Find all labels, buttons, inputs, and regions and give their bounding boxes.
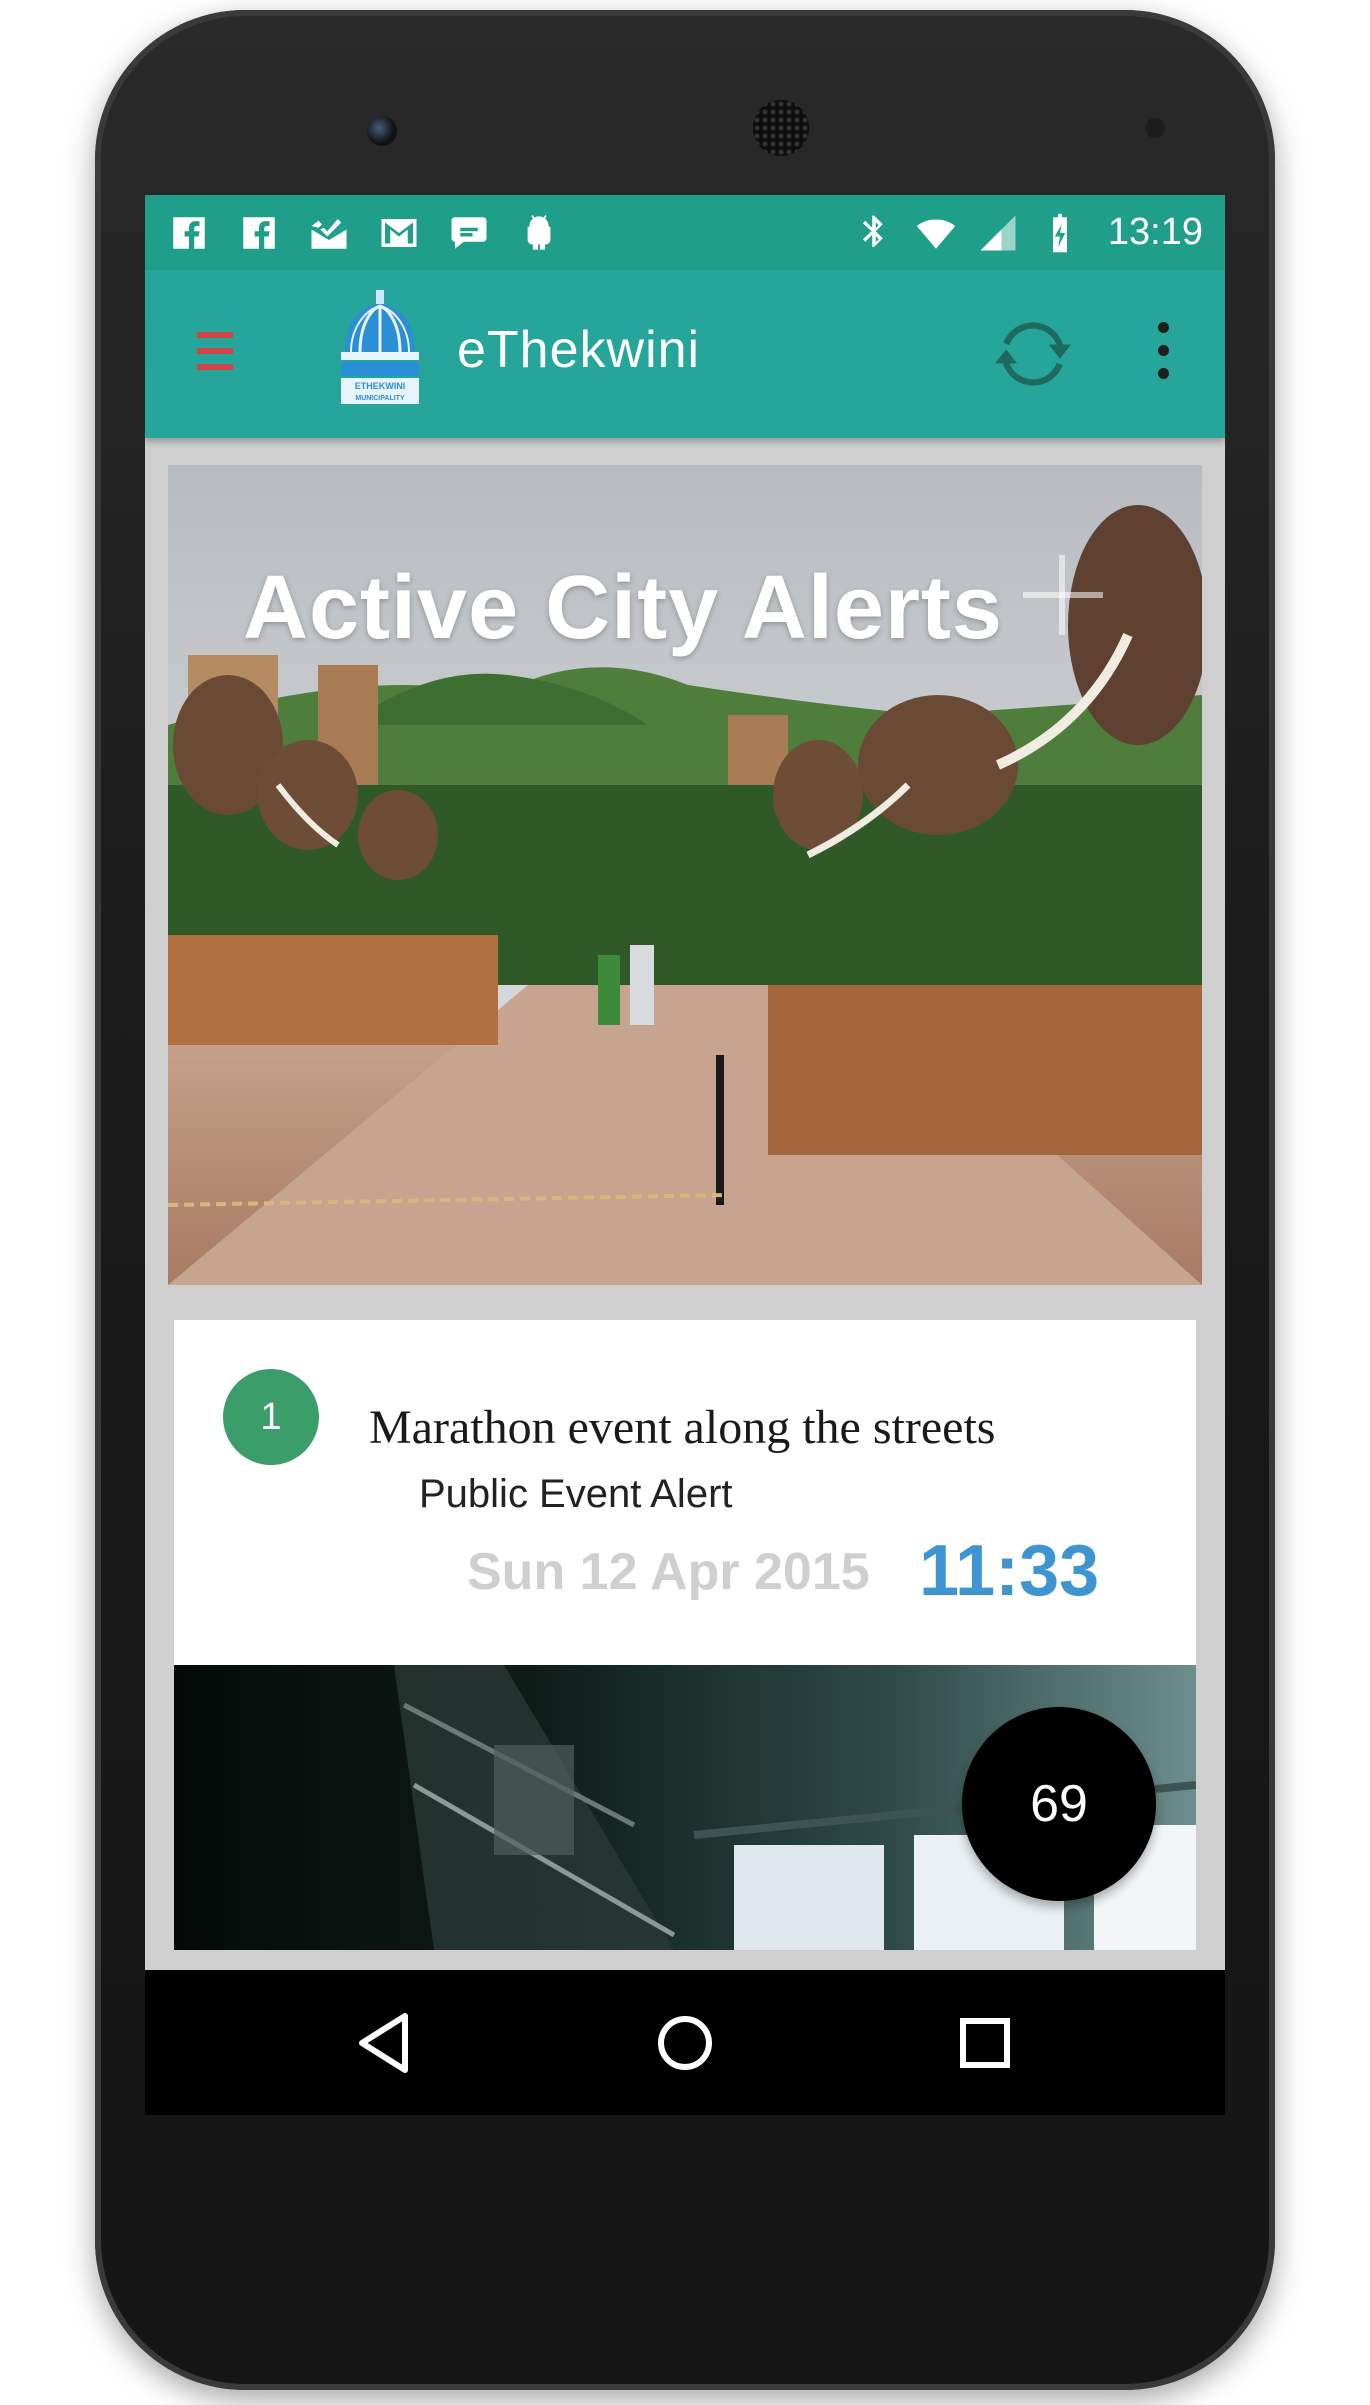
earpiece-speaker <box>753 100 809 156</box>
back-triangle-icon[interactable] <box>350 2008 420 2078</box>
android-icon <box>517 211 561 255</box>
home-circle-icon[interactable] <box>650 2008 720 2078</box>
hamburger-icon[interactable] <box>197 332 233 376</box>
chat-bubble-icon <box>447 211 491 255</box>
facebook-icon <box>237 211 281 255</box>
alert-date: Sun 12 Apr 2015 <box>467 1543 870 1601</box>
more-vert-icon[interactable] <box>1153 322 1173 386</box>
proximity-sensor <box>1145 118 1165 138</box>
bluetooth-icon <box>852 211 896 255</box>
facebook-icon <box>167 211 211 255</box>
refresh-icon[interactable] <box>995 316 1071 392</box>
gmail-icon <box>377 211 421 255</box>
hero-title: Active City Alerts <box>243 558 1003 658</box>
status-bar: 13:19 <box>145 195 1225 270</box>
battery-charging-icon <box>1038 211 1082 255</box>
wifi-icon <box>914 211 958 255</box>
svg-text:MUNICIPALITY: MUNICIPALITY <box>355 395 405 402</box>
alert-number-badge: 1 <box>223 1369 319 1465</box>
alert-card[interactable]: 1 Marathon event along the streets Publi… <box>174 1320 1196 1665</box>
status-clock: 13:19 <box>1107 211 1203 253</box>
svg-text:ETHEKWINI: ETHEKWINI <box>355 381 406 391</box>
notification-count-fab[interactable]: 69 <box>962 1707 1156 1901</box>
recents-square-icon[interactable] <box>950 2008 1020 2078</box>
signal-icon <box>976 211 1020 255</box>
alert-title: Marathon event along the streets <box>369 1401 996 1454</box>
front-camera <box>367 116 397 146</box>
screen: 13:19 ETHEKWINI MUNICIPALITY eThekwini A… <box>145 195 1225 2115</box>
municipality-logo: ETHEKWINI MUNICIPALITY <box>335 290 425 410</box>
mail-check-icon <box>307 211 351 255</box>
app-bar: ETHEKWINI MUNICIPALITY eThekwini <box>145 270 1225 438</box>
alert-time: 11:33 <box>919 1531 1100 1611</box>
app-title: eThekwini <box>457 321 701 379</box>
navigation-bar <box>145 1970 1225 2115</box>
alert-type: Public Event Alert <box>419 1472 733 1516</box>
plus-icon[interactable] <box>1023 555 1103 635</box>
hero-banner[interactable]: Active City Alerts <box>168 465 1202 1285</box>
